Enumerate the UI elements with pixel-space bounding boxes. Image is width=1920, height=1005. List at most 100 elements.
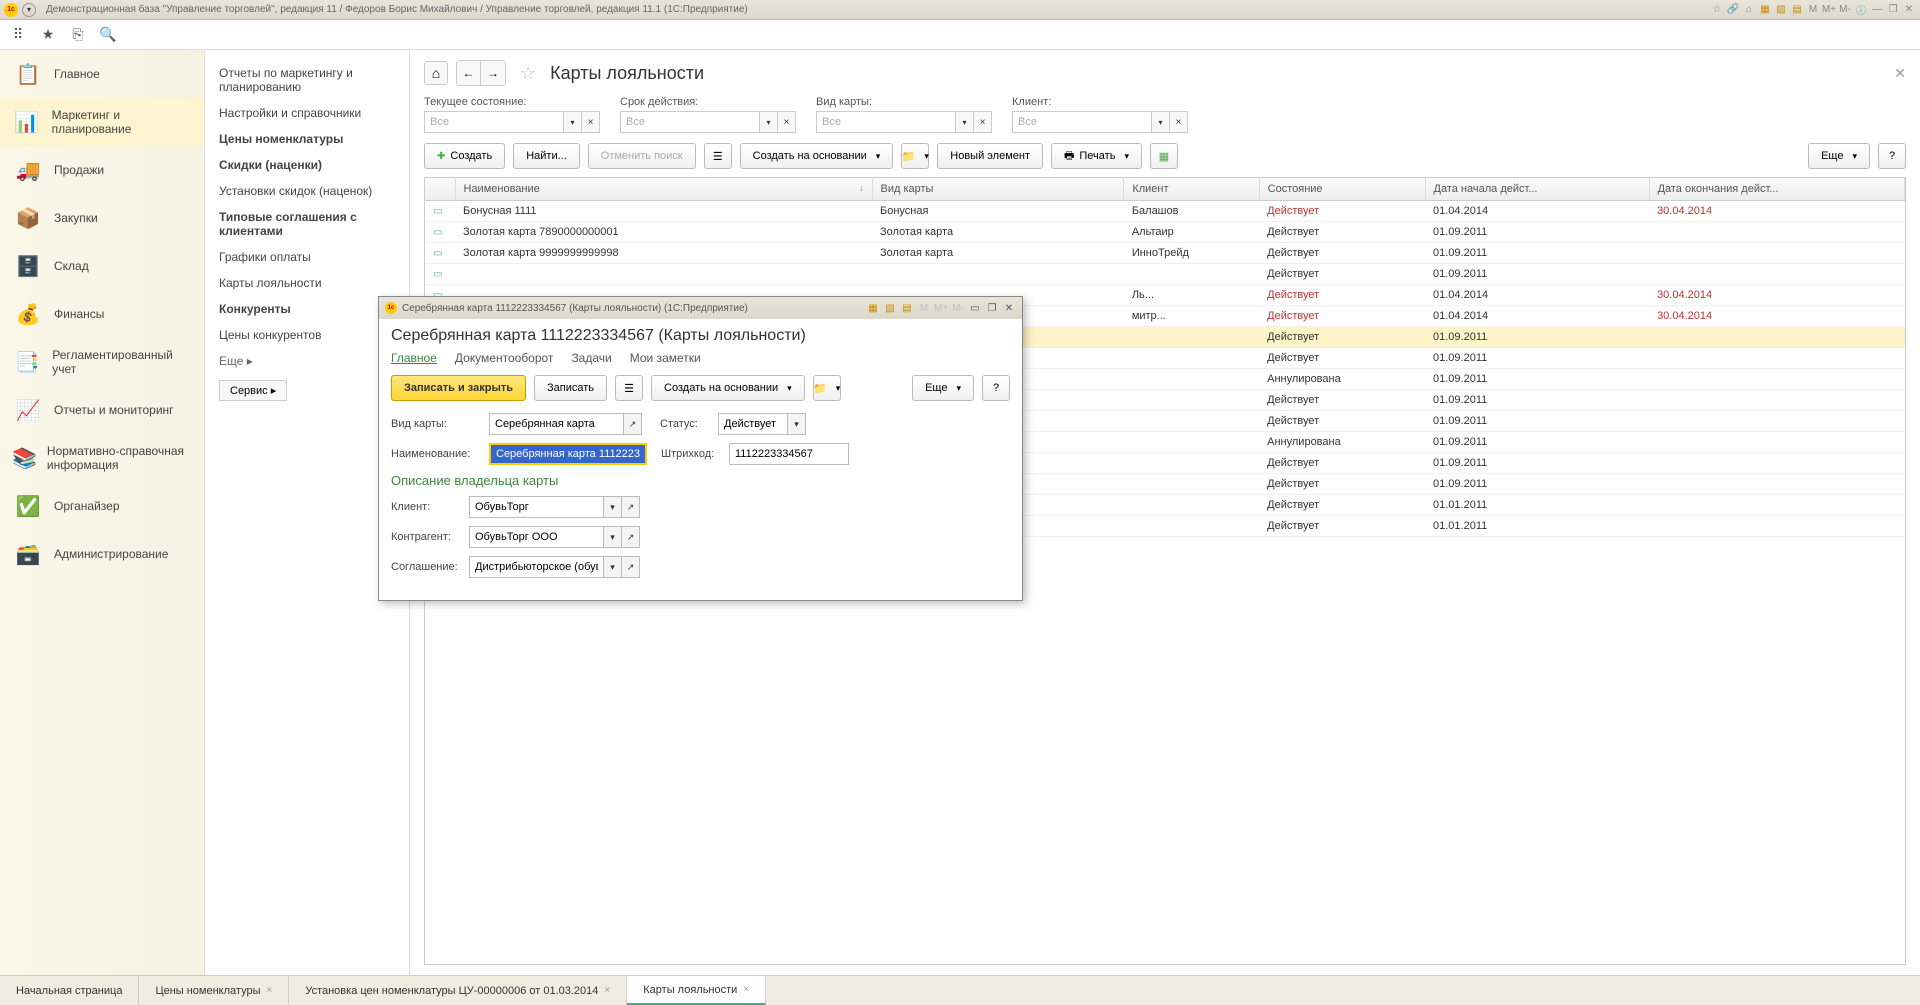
cancel-search-button[interactable]: Отменить поиск xyxy=(588,143,696,169)
submenu-item-5[interactable]: Типовые соглашения с клиентами xyxy=(219,204,395,244)
filter-client-dd[interactable]: ▾ xyxy=(1152,111,1170,133)
client-input[interactable] xyxy=(469,496,604,518)
col-name[interactable]: Наименование↓ xyxy=(455,178,872,201)
filter-client-clear[interactable]: × xyxy=(1170,111,1188,133)
modal-close-icon[interactable]: ✕ xyxy=(1002,303,1016,314)
col-state[interactable]: Состояние xyxy=(1259,178,1425,201)
contractor-open[interactable]: ↗ xyxy=(622,526,640,548)
contractor-input[interactable] xyxy=(469,526,604,548)
modal-minimize-icon[interactable]: ▭ xyxy=(968,303,982,314)
col-start[interactable]: Дата начала дейст... xyxy=(1425,178,1649,201)
modal-maximize-icon[interactable]: ❐ xyxy=(985,303,999,314)
close-icon[interactable]: ✕ xyxy=(1902,3,1916,17)
save-close-button[interactable]: Записать и закрыть xyxy=(391,375,526,401)
m-minus-btn[interactable]: M- xyxy=(1838,3,1852,17)
home-button[interactable]: ⌂ xyxy=(424,61,448,85)
barcode-input[interactable] xyxy=(729,443,849,465)
modal-ti-m[interactable]: M xyxy=(917,303,931,314)
name-input[interactable] xyxy=(489,443,647,465)
modal-tab-tasks[interactable]: Задачи xyxy=(571,351,611,365)
print-button[interactable]: 🖶 Печать xyxy=(1051,143,1142,169)
modal-tab-notes[interactable]: Мои заметки xyxy=(630,351,701,365)
modal-ti-mp[interactable]: M+ xyxy=(934,303,948,314)
filter-cardtype-input[interactable] xyxy=(816,111,956,133)
modal-list-button[interactable]: ☰ xyxy=(615,375,643,401)
modal-more-button[interactable]: Еще xyxy=(912,375,974,401)
bottom-tab-2[interactable]: Установка цен номенклатуры ЦУ-00000006 о… xyxy=(289,976,627,1005)
filter-period-dd[interactable]: ▾ xyxy=(760,111,778,133)
submenu-item-3[interactable]: Скидки (наценки) xyxy=(219,152,395,178)
client-open[interactable]: ↗ xyxy=(622,496,640,518)
filter-cardtype-dd[interactable]: ▾ xyxy=(956,111,974,133)
star-icon[interactable]: ★ xyxy=(40,27,56,43)
tab-close-icon[interactable]: × xyxy=(604,985,610,996)
help-button[interactable]: ? xyxy=(1878,143,1906,169)
sidebar-item-1[interactable]: 📊Маркетинг и планирование xyxy=(0,98,204,146)
filter-state-dd[interactable]: ▾ xyxy=(564,111,582,133)
bottom-tab-1[interactable]: Цены номенклатуры× xyxy=(139,976,289,1005)
card-type-open[interactable]: ↗ xyxy=(624,413,642,435)
table-row[interactable]: ▭ Золотая карта 7890000000001 Золотая ка… xyxy=(425,222,1905,243)
list-icon-button[interactable]: ☰ xyxy=(704,143,732,169)
sidebar-item-4[interactable]: 🗄️Склад xyxy=(0,242,204,290)
bottom-tab-0[interactable]: Начальная страница xyxy=(0,976,139,1005)
modal-folder-button[interactable]: 📁 xyxy=(813,375,841,401)
new-element-button[interactable]: Новый элемент xyxy=(937,143,1043,169)
home-icon[interactable]: ⌂ xyxy=(1742,3,1756,17)
m-plus-btn[interactable]: M+ xyxy=(1822,3,1836,17)
agreement-dd[interactable]: ▾ xyxy=(604,556,622,578)
create-based-button[interactable]: Создать на основании xyxy=(740,143,894,169)
card-type-input[interactable] xyxy=(489,413,624,435)
submenu-item-8[interactable]: Конкуренты xyxy=(219,296,395,322)
help-icon[interactable]: ⓘ xyxy=(1854,3,1868,17)
service-button[interactable]: Сервис ▸ xyxy=(219,380,287,401)
create-button[interactable]: Создать xyxy=(424,143,505,169)
submenu-item-6[interactable]: Графики оплаты xyxy=(219,244,395,270)
submenu-item-7[interactable]: Карты лояльности xyxy=(219,270,395,296)
doc2-icon[interactable]: ▧ xyxy=(1774,3,1788,17)
close-page-icon[interactable]: ✕ xyxy=(1894,65,1906,82)
sidebar-item-0[interactable]: 📋Главное xyxy=(0,50,204,98)
filter-period-clear[interactable]: × xyxy=(778,111,796,133)
agreement-input[interactable] xyxy=(469,556,604,578)
table-row[interactable]: ▭ Золотая карта 9999999999998 Золотая ка… xyxy=(425,243,1905,264)
agreement-open[interactable]: ↗ xyxy=(622,556,640,578)
modal-tab-main[interactable]: Главное xyxy=(391,351,437,365)
contractor-dd[interactable]: ▾ xyxy=(604,526,622,548)
fav-icon[interactable]: ☆ xyxy=(1710,3,1724,17)
submenu-item-9[interactable]: Цены конкурентов xyxy=(219,322,395,348)
tab-close-icon[interactable]: × xyxy=(743,984,749,995)
bottom-tab-3[interactable]: Карты лояльности× xyxy=(627,976,766,1005)
modal-ti-3[interactable]: ▤ xyxy=(900,303,914,314)
filter-cardtype-clear[interactable]: × xyxy=(974,111,992,133)
link-icon[interactable]: 🔗 xyxy=(1726,3,1740,17)
table-row[interactable]: ▭ Бонусная 1111 Бонусная Балашов Действу… xyxy=(425,201,1905,222)
status-input[interactable] xyxy=(718,413,788,435)
search-icon[interactable]: 🔍 xyxy=(100,27,116,43)
filter-period-input[interactable] xyxy=(620,111,760,133)
apps-icon[interactable]: ⠿ xyxy=(10,27,26,43)
table-row[interactable]: ▭ Действует 01.09.2011 xyxy=(425,264,1905,285)
submenu-item-0[interactable]: Отчеты по маркетингу и планированию xyxy=(219,60,395,100)
col-end[interactable]: Дата окончания дейст... xyxy=(1649,178,1904,201)
tab-close-icon[interactable]: × xyxy=(266,985,272,996)
modal-tab-doc[interactable]: Документооборот xyxy=(455,351,554,365)
folder-button[interactable]: 📁 xyxy=(901,143,929,169)
status-dd[interactable]: ▾ xyxy=(788,413,806,435)
filter-state-clear[interactable]: × xyxy=(582,111,600,133)
filter-client-input[interactable] xyxy=(1012,111,1152,133)
sidebar-item-10[interactable]: 🗃️Администрирование xyxy=(0,530,204,578)
submenu-item-10[interactable]: Еще ▸ xyxy=(219,348,395,374)
filter-state-input[interactable] xyxy=(424,111,564,133)
more-button[interactable]: Еще xyxy=(1808,143,1870,169)
calc-icon[interactable]: ▤ xyxy=(1790,3,1804,17)
export-button[interactable]: ▦ xyxy=(1150,143,1178,169)
sidebar-item-3[interactable]: 📦Закупки xyxy=(0,194,204,242)
modal-ti-2[interactable]: ▧ xyxy=(883,303,897,314)
minimize-icon[interactable]: — xyxy=(1870,3,1884,17)
col-type[interactable]: Вид карты xyxy=(872,178,1124,201)
submenu-item-1[interactable]: Настройки и справочники xyxy=(219,100,395,126)
sidebar-item-7[interactable]: 📈Отчеты и мониторинг xyxy=(0,386,204,434)
modal-help-button[interactable]: ? xyxy=(982,375,1010,401)
copy-icon[interactable]: ⎘ xyxy=(70,27,86,43)
